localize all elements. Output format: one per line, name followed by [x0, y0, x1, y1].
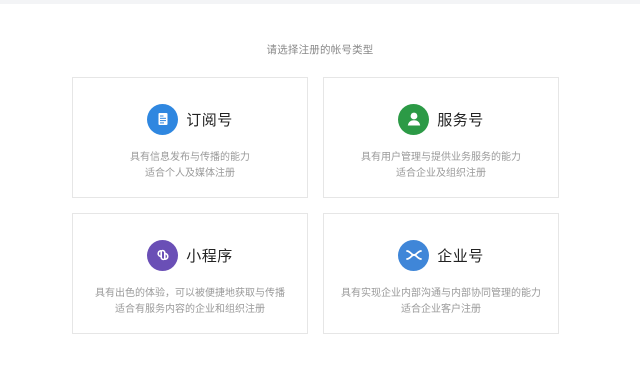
card-title: 企业号	[437, 246, 484, 265]
desc-line: 适合企业及组织注册	[396, 168, 486, 179]
account-type-card-subscription[interactable]: 订阅号 具有信息发布与传播的能力 适合个人及媒体注册	[72, 77, 308, 198]
document-icon	[147, 103, 179, 135]
card-description: 具有实现企业内部沟通与内部协同管理的能力 适合企业客户注册	[324, 286, 558, 318]
desc-line: 具有出色的体验，可以被便捷地获取与传播	[95, 288, 285, 299]
account-type-card-enterprise[interactable]: 企业号 具有实现企业内部沟通与内部协同管理的能力 适合企业客户注册	[323, 213, 559, 334]
enterprise-icon	[398, 239, 430, 271]
card-description: 具有信息发布与传播的能力 适合个人及媒体注册	[73, 150, 307, 182]
desc-line: 具有信息发布与传播的能力	[130, 152, 250, 163]
user-icon	[398, 103, 430, 135]
mini-program-icon	[147, 239, 179, 271]
desc-line: 适合个人及媒体注册	[145, 168, 235, 179]
desc-line: 具有用户管理与提供业务服务的能力	[361, 152, 521, 163]
card-title: 订阅号	[186, 110, 233, 129]
account-type-card-mini-program[interactable]: 小程序 具有出色的体验，可以被便捷地获取与传播 适合有服务内容的企业和组织注册	[72, 213, 308, 334]
card-header: 企业号	[324, 238, 558, 272]
card-header: 订阅号	[73, 102, 307, 136]
page-prompt: 请选择注册的帐号类型	[266, 44, 374, 56]
desc-line: 适合企业客户注册	[401, 304, 481, 315]
card-description: 具有用户管理与提供业务服务的能力 适合企业及组织注册	[324, 150, 558, 182]
card-title: 服务号	[437, 110, 484, 129]
desc-line: 适合有服务内容的企业和组织注册	[115, 304, 265, 315]
desc-line: 具有实现企业内部沟通与内部协同管理的能力	[341, 288, 541, 299]
top-bar	[0, 0, 640, 4]
account-type-card-service[interactable]: 服务号 具有用户管理与提供业务服务的能力 适合企业及组织注册	[323, 77, 559, 198]
card-header: 小程序	[73, 238, 307, 272]
card-title: 小程序	[186, 246, 233, 265]
card-header: 服务号	[324, 102, 558, 136]
card-description: 具有出色的体验，可以被便捷地获取与传播 适合有服务内容的企业和组织注册	[73, 286, 307, 318]
